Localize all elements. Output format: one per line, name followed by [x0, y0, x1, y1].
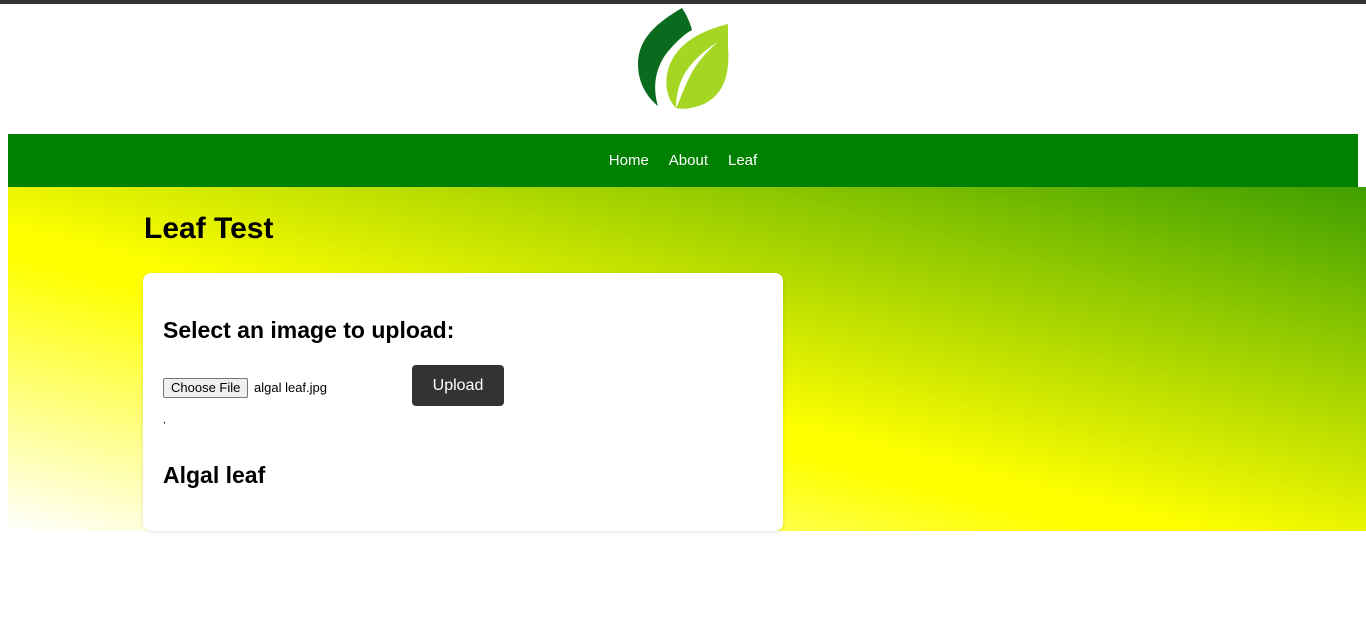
prediction-result: Algal leaf [163, 462, 266, 488]
leaf-logo [638, 8, 729, 109]
nav-link-leaf[interactable]: Leaf [728, 152, 757, 169]
main-navbar: Home About Leaf [8, 134, 1358, 187]
choose-file-button[interactable]: Choose File [163, 378, 249, 398]
upload-heading: Select an image to upload: [163, 317, 455, 343]
page-title: Leaf Test [144, 212, 274, 245]
selected-file-name: algal leaf.jpg [254, 380, 327, 395]
upload-card: Select an image to upload: Choose File a… [143, 273, 783, 531]
separator-mark: , [163, 415, 166, 426]
nav-link-home[interactable]: Home [609, 152, 649, 169]
nav-link-about[interactable]: About [669, 152, 708, 169]
upload-button[interactable]: Upload [412, 365, 504, 406]
